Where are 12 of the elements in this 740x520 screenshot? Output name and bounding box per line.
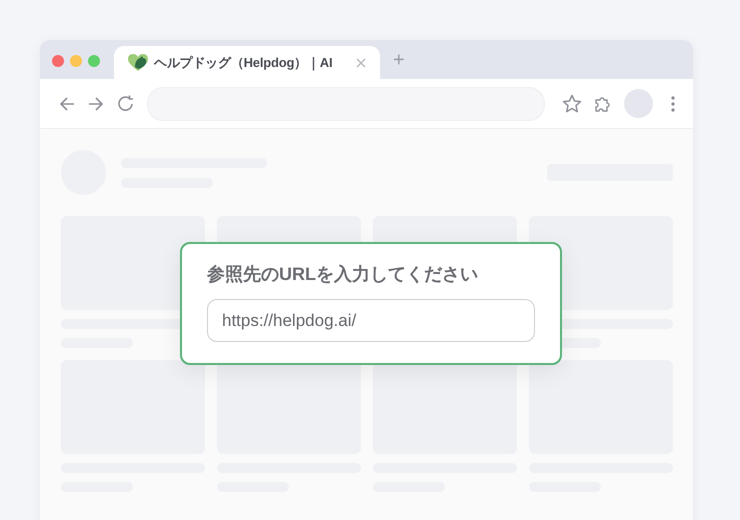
browser-tab[interactable]: ヘルプドッグ（Helpdog）｜AI — [114, 46, 380, 79]
reload-icon[interactable] — [116, 94, 136, 114]
dog-heart-icon — [128, 54, 148, 72]
back-icon[interactable] — [58, 94, 76, 112]
star-icon[interactable] — [562, 94, 582, 114]
menu-icon[interactable] — [671, 94, 675, 112]
close-icon[interactable] — [356, 58, 366, 68]
url-input-field[interactable]: https://helpdog.ai/ — [207, 299, 535, 342]
prompt-text: 参照先のURLを入力してください — [207, 263, 479, 286]
tab-title: ヘルプドッグ（Helpdog）｜AI — [154, 54, 334, 72]
forward-icon[interactable] — [87, 94, 105, 112]
close-window-icon[interactable] — [52, 54, 64, 66]
